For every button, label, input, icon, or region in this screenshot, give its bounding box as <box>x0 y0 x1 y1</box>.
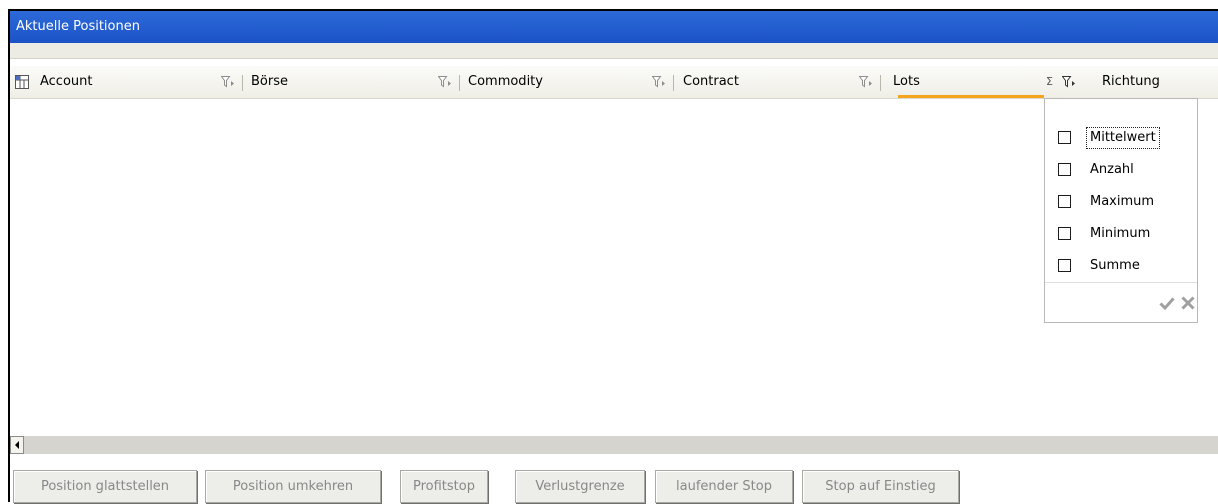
horizontal-scrollbar[interactable] <box>10 436 1218 454</box>
grid-body[interactable] <box>10 99 1218 436</box>
action-button-bar: Position glattstellen Position umkehren … <box>10 454 1218 504</box>
summary-menu: Mittelwert Anzahl Maximum Minimum Summe <box>1044 98 1198 323</box>
trailing-stop-button[interactable]: laufender Stop <box>655 470 793 503</box>
loss-limit-button[interactable]: Verlustgrenze <box>515 470 645 503</box>
checkbox[interactable] <box>1058 195 1071 208</box>
close-icon[interactable] <box>1180 295 1196 311</box>
option-label: Anzahl <box>1090 162 1134 177</box>
checkbox[interactable] <box>1058 227 1071 240</box>
positions-panel: Aktuelle Positionen Account Börse Commod… <box>8 9 1218 504</box>
reverse-position-button[interactable]: Position umkehren <box>205 470 381 503</box>
group-by-strip <box>10 43 1218 59</box>
checkbox[interactable] <box>1058 259 1071 272</box>
column-header-commodity[interactable]: Commodity <box>468 66 628 98</box>
column-label: Account <box>40 74 93 89</box>
filter-icon[interactable] <box>651 76 666 88</box>
filter-icon[interactable] <box>220 76 235 88</box>
column-label: Lots <box>893 74 920 89</box>
column-separator[interactable] <box>880 75 881 91</box>
panel-title: Aktuelle Positionen <box>10 11 1218 43</box>
column-separator[interactable] <box>673 75 674 91</box>
column-hover-indicator <box>898 95 1044 98</box>
column-header-lots[interactable]: Lots <box>893 66 1013 98</box>
stop-at-entry-button[interactable]: Stop auf Einstieg <box>802 470 959 503</box>
check-icon[interactable] <box>1159 295 1175 311</box>
column-header-richtung[interactable]: Richtung <box>1102 66 1212 98</box>
scroll-left-button[interactable] <box>10 436 24 454</box>
filter-icon[interactable] <box>437 76 452 88</box>
column-label: Richtung <box>1102 74 1160 89</box>
column-label: Börse <box>251 74 288 89</box>
column-separator[interactable] <box>459 75 460 91</box>
option-label: Minimum <box>1090 226 1151 241</box>
summary-icon[interactable]: Σ <box>1046 66 1053 98</box>
column-header-boerse[interactable]: Börse <box>251 66 411 98</box>
filter-icon[interactable] <box>858 76 873 88</box>
column-header-account[interactable]: Account <box>40 66 200 98</box>
column-label: Contract <box>683 74 739 89</box>
column-label: Commodity <box>468 74 543 89</box>
option-label: Summe <box>1090 258 1140 273</box>
option-label: Mittelwert <box>1086 127 1160 149</box>
checkbox[interactable] <box>1058 163 1071 176</box>
column-chooser-icon[interactable] <box>14 74 30 90</box>
summary-menu-footer <box>1045 282 1197 311</box>
close-position-button[interactable]: Position glattstellen <box>13 470 197 503</box>
column-header-contract[interactable]: Contract <box>683 66 843 98</box>
filter-icon-active[interactable] <box>1061 76 1076 88</box>
option-label: Maximum <box>1090 194 1155 209</box>
profit-stop-button[interactable]: Profitstop <box>400 470 488 503</box>
column-separator[interactable] <box>242 75 243 91</box>
checkbox[interactable] <box>1058 131 1071 144</box>
